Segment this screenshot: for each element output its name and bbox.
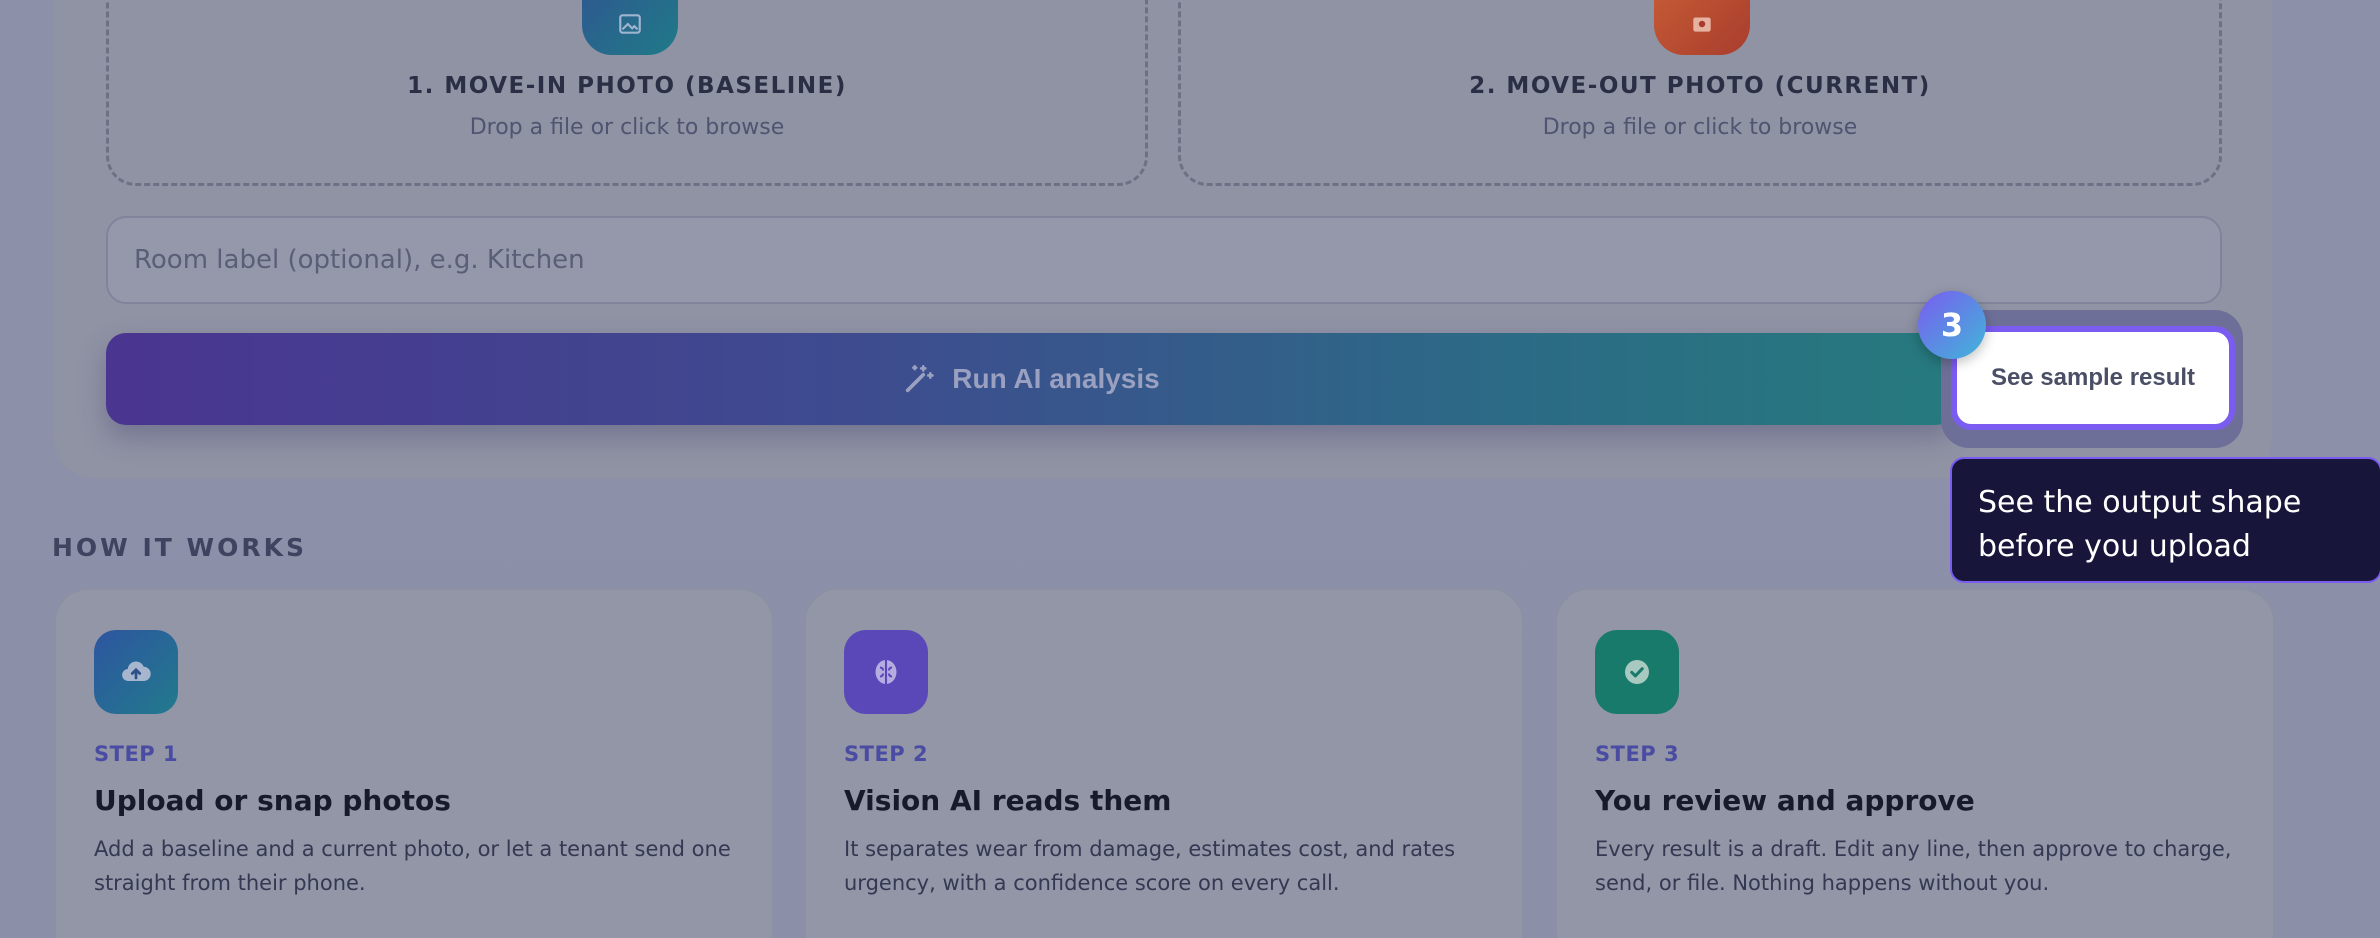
magic-wand-icon bbox=[906, 364, 934, 393]
run-ai-analysis-label: Run AI analysis bbox=[952, 363, 1160, 394]
tour-tooltip: See the output shape before you upload bbox=[1950, 457, 2380, 583]
brain-icon bbox=[844, 630, 928, 714]
step-title: You review and approve bbox=[1595, 784, 1975, 817]
step-description: It separates wear from damage, estimates… bbox=[844, 837, 1456, 895]
step-card-2: STEP 2 Vision AI reads them It separates… bbox=[804, 588, 1524, 938]
step-label: STEP 2 bbox=[844, 742, 929, 766]
step-label: STEP 1 bbox=[94, 742, 179, 766]
step-title: Vision AI reads them bbox=[844, 784, 1172, 817]
move-out-photo-dropzone[interactable]: 2. MOVE-OUT PHOTO (CURRENT) Drop a file … bbox=[1178, 0, 2222, 186]
image-icon bbox=[582, 0, 678, 55]
step-title: Upload or snap photos bbox=[94, 784, 451, 817]
tour-step-badge: 3 bbox=[1918, 291, 1986, 359]
cloud-upload-icon bbox=[94, 630, 178, 714]
step-card-1: STEP 1 Upload or snap photos Add a basel… bbox=[54, 588, 774, 938]
move-in-photo-dropzone[interactable]: 1. MOVE-IN PHOTO (BASELINE) Drop a file … bbox=[106, 0, 1148, 186]
room-label-input[interactable] bbox=[106, 216, 2222, 304]
step-description: Add a baseline and a current photo, or l… bbox=[94, 837, 731, 895]
dimmed-page: 1. MOVE-IN PHOTO (BASELINE) Drop a file … bbox=[0, 0, 2380, 938]
step-card-3: STEP 3 You review and approve Every resu… bbox=[1555, 588, 2275, 938]
move-in-photo-hint: Drop a file or click to browse bbox=[469, 115, 785, 140]
move-out-photo-title: 2. MOVE-OUT PHOTO (CURRENT) bbox=[1469, 73, 1931, 99]
how-it-works-heading: HOW IT WORKS bbox=[52, 533, 307, 562]
see-sample-result-button[interactable]: See sample result bbox=[1951, 326, 2235, 430]
step-label: STEP 3 bbox=[1595, 742, 1680, 766]
step-description: Every result is a draft. Edit any line, … bbox=[1595, 837, 2232, 895]
camera-icon bbox=[1654, 0, 1750, 55]
check-badge-icon bbox=[1595, 630, 1679, 714]
move-in-photo-title: 1. MOVE-IN PHOTO (BASELINE) bbox=[407, 73, 847, 99]
run-ai-analysis-button[interactable]: Run AI analysis bbox=[106, 333, 1956, 425]
move-out-photo-hint: Drop a file or click to browse bbox=[1542, 115, 1858, 140]
